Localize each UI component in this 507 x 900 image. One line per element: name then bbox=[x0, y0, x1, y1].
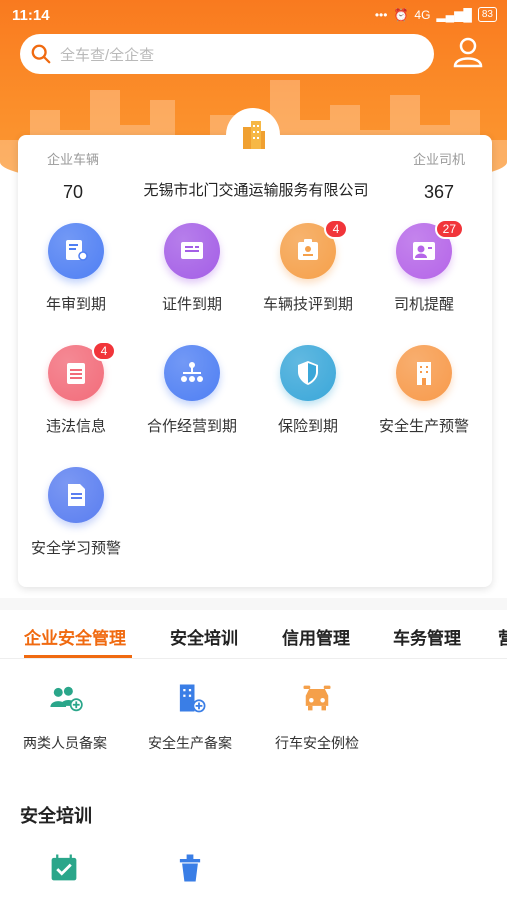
grid-item[interactable]: 4 车辆技评到期 bbox=[250, 219, 366, 314]
user-profile-icon[interactable] bbox=[450, 34, 486, 70]
building-add-icon bbox=[179, 684, 206, 713]
id-card-icon bbox=[298, 239, 318, 260]
notification-badge: 4 bbox=[324, 219, 348, 239]
grid-item-label: 安全学习预警 bbox=[30, 540, 121, 557]
search-placeholder: 全车查/全企查 bbox=[60, 46, 155, 64]
search-icon bbox=[31, 44, 51, 64]
management-item-label: 安全生产备案 bbox=[148, 735, 232, 751]
grid-item-icon-wrap: 4 bbox=[48, 341, 116, 401]
status-bar: 11:14 ••• ⏰ 4G ▂▄▆█ 83 bbox=[0, 0, 507, 34]
drivers-label: 企业司机 bbox=[412, 152, 465, 167]
training-item[interactable] bbox=[46, 850, 82, 891]
company-logo bbox=[226, 108, 280, 162]
shield-icon bbox=[298, 361, 318, 385]
grid-item-icon-wrap bbox=[48, 467, 104, 523]
grid-item[interactable]: 安全生产预警 bbox=[366, 345, 482, 436]
grid-item-label: 保险到期 bbox=[277, 418, 338, 435]
tab-item[interactable]: 企业安全管理 bbox=[24, 624, 126, 649]
grid-item[interactable]: 保险到期 bbox=[250, 345, 366, 436]
summary-card: 企业车辆 70 无锡市北门交通运输服务有限公司 企业司机 367 年审到期 证件到… bbox=[18, 135, 492, 587]
management-item[interactable]: 安全生产备案 bbox=[125, 680, 255, 753]
management-item-label: 行车安全例检 bbox=[275, 735, 359, 751]
training-item[interactable] bbox=[172, 850, 208, 891]
grid-item-icon-wrap: 27 bbox=[396, 219, 464, 279]
notification-badge: 27 bbox=[434, 219, 464, 239]
driver-icon bbox=[413, 242, 435, 260]
active-tab-indicator bbox=[24, 655, 132, 658]
car-repair-icon bbox=[303, 685, 331, 711]
company-name: 无锡市北门交通运输服务有限公司 bbox=[143, 182, 369, 199]
category-tabs: 企业安全管理 安全培训 信用管理 车务管理 营 bbox=[0, 612, 507, 659]
grid-item-label: 车辆技评到期 bbox=[262, 296, 353, 313]
management-item[interactable]: 两类人员备案 bbox=[0, 680, 130, 753]
tab-item[interactable]: 信用管理 bbox=[282, 624, 350, 649]
vehicles-stat[interactable]: 企业车辆 70 bbox=[40, 149, 106, 203]
grid-item-label: 安全生产预警 bbox=[378, 418, 469, 435]
grid-item[interactable]: 27 司机提醒 bbox=[366, 219, 482, 314]
section-title-training: 安全培训 bbox=[20, 806, 92, 826]
trash-icon bbox=[179, 854, 201, 882]
more-dots-icon: ••• bbox=[374, 7, 388, 22]
search-bar[interactable]: 全车查/全企查 bbox=[20, 34, 434, 74]
signal-icon: ▂▄▆█ bbox=[436, 7, 472, 22]
grid-item[interactable]: 合作经营到期 bbox=[134, 345, 250, 436]
grid-item-label: 证件到期 bbox=[161, 296, 222, 313]
certificate-icon bbox=[181, 242, 203, 259]
grid-item[interactable]: 年审到期 bbox=[18, 223, 134, 314]
tab-item[interactable]: 安全培训 bbox=[170, 624, 238, 649]
grid-item-icon-wrap bbox=[396, 345, 452, 401]
grid-item[interactable]: 安全学习预警 bbox=[18, 467, 134, 558]
grid-item-icon-wrap bbox=[164, 345, 220, 401]
battery-level: 83 bbox=[477, 7, 497, 22]
vehicles-count: 70 bbox=[62, 182, 84, 202]
grid-item-icon-wrap bbox=[48, 223, 104, 279]
tab-item[interactable]: 车务管理 bbox=[393, 624, 461, 649]
building-logo-icon bbox=[243, 121, 265, 149]
grid-item-icon-wrap bbox=[164, 223, 220, 279]
building-icon bbox=[417, 362, 431, 385]
org-chart-icon bbox=[181, 362, 203, 382]
grid-item-label: 违法信息 bbox=[45, 418, 106, 435]
grid-item[interactable]: 4 违法信息 bbox=[18, 341, 134, 436]
drivers-count: 367 bbox=[423, 182, 455, 202]
document-user-icon bbox=[66, 240, 88, 261]
management-item[interactable]: 行车安全例检 bbox=[252, 680, 382, 753]
alarm-icon: ⏰ bbox=[393, 7, 409, 22]
notepad-icon bbox=[67, 363, 85, 384]
users-add-icon bbox=[50, 686, 83, 712]
grid-item-label: 年审到期 bbox=[45, 296, 106, 313]
network-label: 4G bbox=[414, 7, 431, 22]
status-time: 11:14 bbox=[12, 7, 50, 24]
notification-badge: 4 bbox=[92, 341, 116, 361]
file-icon bbox=[68, 484, 85, 506]
grid-item-label: 司机提醒 bbox=[393, 296, 454, 313]
grid-item-icon-wrap bbox=[280, 345, 336, 401]
grid-item-icon-wrap: 4 bbox=[280, 219, 348, 279]
calendar-check-icon bbox=[51, 854, 77, 881]
section-divider bbox=[0, 598, 507, 610]
drivers-stat[interactable]: 企业司机 367 bbox=[404, 149, 474, 203]
grid-item-label: 合作经营到期 bbox=[146, 418, 237, 435]
management-item-label: 两类人员备案 bbox=[23, 735, 107, 751]
vehicles-label: 企业车辆 bbox=[46, 152, 99, 167]
tab-item[interactable]: 营 bbox=[498, 624, 507, 649]
grid-item[interactable]: 证件到期 bbox=[134, 223, 250, 314]
